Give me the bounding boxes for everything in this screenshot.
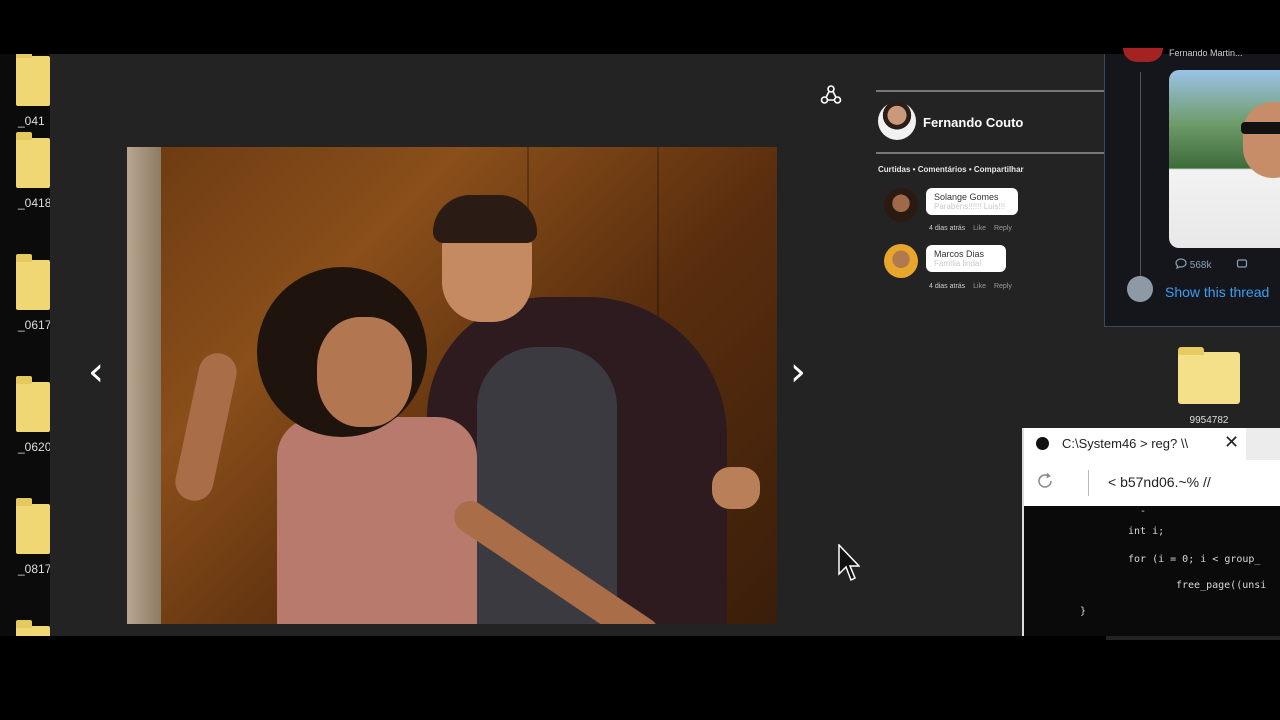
refresh-icon[interactable] — [1036, 472, 1054, 490]
comment-icon[interactable] — [1175, 258, 1187, 270]
code-line: free_page((unsi — [1176, 580, 1267, 591]
mouse-cursor-icon — [838, 544, 860, 582]
terminal-title: C:\System46 > reg? \\ — [1062, 436, 1189, 451]
photo-face — [1243, 102, 1280, 178]
terminal-window: C:\System46 > reg? \\ ✕ < b57nd06.~% // … — [1022, 428, 1280, 636]
show-thread-link[interactable]: Show this thread — [1165, 284, 1269, 300]
comment-author[interactable]: Solange Gomes — [934, 192, 1010, 202]
close-icon[interactable]: ✕ — [1224, 432, 1239, 453]
author-name[interactable]: Fernando Couto — [923, 115, 1023, 130]
avatar — [1127, 276, 1153, 302]
desktop-folder[interactable]: _0418 — [16, 132, 52, 210]
folder-icon — [16, 498, 50, 554]
like-link[interactable]: Like — [973, 283, 986, 290]
photo-wall — [127, 147, 161, 624]
photo-woman-top — [277, 417, 477, 624]
photo-man-fist — [712, 467, 760, 509]
divider — [876, 90, 1106, 92]
desktop-folder[interactable]: _0817 — [16, 498, 52, 576]
comment-bubble: Solange Gomes Parabéns!!!!!! Luis!!! — [926, 188, 1018, 215]
folder-label: _0620 — [18, 440, 52, 454]
comment-time: 4 dias atrás — [929, 283, 966, 290]
desktop-folder[interactable]: _0617 — [16, 254, 52, 332]
folder-label: _0617 — [18, 318, 52, 332]
photo-sunglasses — [1241, 122, 1280, 134]
reply-link[interactable]: Reply — [994, 225, 1012, 232]
avatar[interactable] — [884, 244, 918, 278]
comment-meta: 4 dias atrás Like Reply — [929, 225, 1018, 232]
thread-line — [1140, 72, 1141, 282]
desktop-left-strip: _041 _0418 _0617 _0620 _0817 — [0, 54, 52, 636]
terminal-titlebar[interactable]: C:\System46 > reg? \\ ✕ — [1024, 428, 1280, 460]
folder-icon — [16, 54, 50, 106]
comment-bubble: Marcos Dias Família linda! — [926, 245, 1006, 272]
folder-icon — [16, 132, 50, 188]
previous-photo-button[interactable]: ‹ — [88, 352, 104, 392]
thread-photo[interactable] — [1169, 70, 1280, 248]
folder-icon — [16, 620, 50, 636]
code-line: for (i = 0; i < group_ — [1128, 554, 1261, 565]
desktop-folder[interactable]: _041 — [16, 54, 50, 128]
comment-meta: 4 dias atrás Like Reply — [929, 283, 1018, 290]
thread-window: Fernando Martin... 568k Show this thread — [1104, 48, 1280, 327]
folder-label: 9954782 — [1189, 415, 1229, 426]
reply-count: 568k — [1189, 260, 1212, 271]
folder-icon — [1178, 347, 1240, 404]
code-view: - int i; for (i = 0; i < group_ free_pag… — [1024, 506, 1266, 617]
status-dot-icon — [1036, 437, 1049, 450]
folder-label: _0418 — [18, 196, 52, 210]
thread-author: Fernando Martin... — [1169, 48, 1243, 58]
code-line: int i; — [1128, 526, 1165, 537]
terminal-path[interactable]: < b57nd06.~% // — [1108, 474, 1211, 490]
folder-label: _041 — [18, 114, 45, 128]
folder-label: _0817 — [18, 562, 52, 576]
post-photo — [127, 147, 777, 624]
like-link[interactable]: Like — [973, 225, 986, 232]
photo-woman-arm — [171, 349, 241, 505]
divider — [876, 152, 1106, 154]
desktop-folder[interactable] — [16, 620, 50, 636]
avatar — [1123, 48, 1163, 62]
photo-man-hair — [433, 195, 537, 243]
comment-author[interactable]: Marcos Dias — [934, 249, 998, 259]
desktop-folder[interactable]: 9954782 — [1178, 347, 1240, 426]
titlebar-extra — [1246, 428, 1280, 460]
post-actions[interactable]: Curtidas • Comentários • Compartilhar — [878, 165, 1024, 174]
folder-icon — [16, 376, 50, 432]
code-line: } — [1080, 606, 1087, 617]
reply-link[interactable]: Reply — [994, 283, 1012, 290]
thread-stats: 568k — [1175, 258, 1248, 271]
code-line: - — [1140, 506, 1147, 517]
folder-icon — [16, 254, 50, 310]
photo-woman-face — [317, 317, 412, 427]
desktop-folder[interactable]: _0620 — [16, 376, 52, 454]
toolbar-divider — [1088, 470, 1089, 496]
next-photo-button[interactable]: › — [790, 352, 806, 392]
retweet-icon[interactable] — [1236, 258, 1248, 269]
author-avatar[interactable] — [878, 102, 916, 140]
comment-text: Família linda! — [934, 259, 982, 268]
terminal-toolbar: < b57nd06.~% // — [1024, 460, 1280, 506]
avatar[interactable] — [884, 188, 918, 222]
share-icon[interactable] — [820, 84, 842, 106]
comment-text: Parabéns!!!!!! Luis!!! — [934, 202, 1006, 211]
comment-time: 4 dias atrás — [929, 225, 966, 232]
